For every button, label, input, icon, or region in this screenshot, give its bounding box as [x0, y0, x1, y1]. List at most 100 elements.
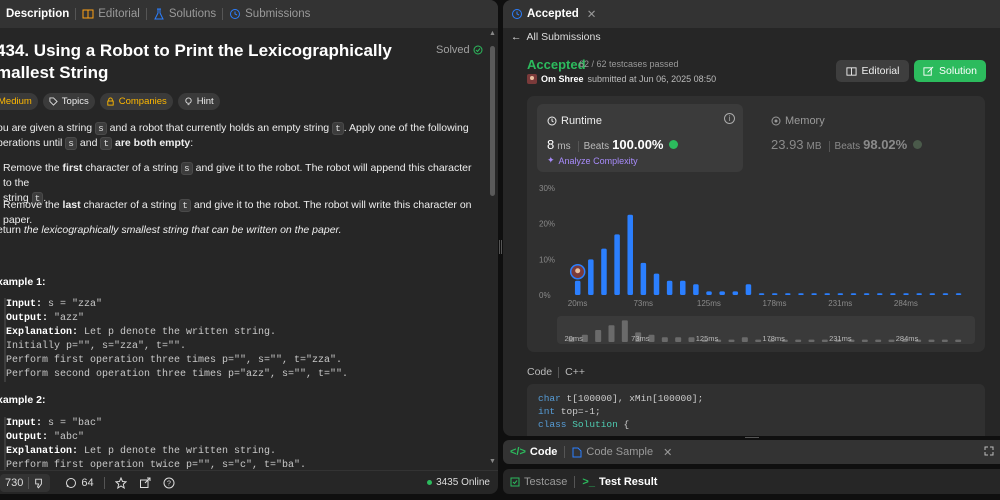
avatar[interactable] [527, 74, 537, 84]
submission-status: Accepted [527, 57, 586, 72]
histogram-bar[interactable] [719, 291, 725, 295]
vertical-scrollbar-thumb[interactable] [490, 46, 495, 196]
histogram-bar[interactable] [890, 293, 896, 295]
histogram-bar[interactable] [680, 280, 686, 295]
x-tick-label: 125ms [697, 299, 721, 308]
vertical-resize-handle[interactable] [499, 240, 502, 254]
intro-text: : [190, 137, 194, 149]
comment-icon[interactable] [64, 477, 78, 489]
histogram-bar[interactable] [916, 293, 922, 295]
memory-header[interactable]: Memory [771, 115, 825, 127]
histogram-bar[interactable] [627, 214, 633, 295]
star-icon[interactable] [114, 476, 127, 489]
y-tick-label: 0% [539, 291, 551, 300]
share-icon[interactable] [139, 477, 151, 489]
editorial-button[interactable]: Editorial [836, 60, 909, 82]
code-brackets-icon: </> [510, 446, 526, 458]
code-keyword: int [538, 406, 556, 417]
runtime-value: 8 [547, 137, 555, 152]
analyze-label: Analyze Complexity [558, 155, 638, 166]
difficulty-chip: Medium [0, 93, 38, 110]
histogram-bar[interactable] [666, 280, 673, 295]
solution-button[interactable]: Solution [914, 60, 986, 82]
intro-text: ou are given a string [0, 122, 96, 134]
intro-bold: are both empty [112, 137, 191, 149]
mini-x-tick-label: 20ms [564, 334, 583, 343]
horizontal-resize-handle[interactable] [745, 437, 759, 439]
explanation-line: Initially p="", s="zza", t="". [6, 341, 187, 352]
tab-submissions[interactable]: Submissions [223, 0, 316, 28]
info-icon[interactable]: i [724, 113, 735, 124]
histogram-bar[interactable] [574, 280, 581, 295]
right-tabbar: Accepted ✕ [503, 0, 1000, 28]
code-viewer[interactable]: char t[100000], xMin[100000]; int top=-1… [527, 384, 985, 436]
histogram-bar[interactable] [601, 248, 607, 295]
scroll-down-arrow[interactable]: ▼ [489, 458, 496, 465]
tab-solutions[interactable]: Solutions [147, 0, 222, 28]
histogram-bar[interactable] [863, 293, 870, 295]
histogram-bar[interactable] [785, 293, 791, 295]
help-icon[interactable]: ? [163, 477, 175, 489]
histogram-bar[interactable] [824, 293, 830, 295]
distribution-range-slider[interactable]: 20ms 73ms 125ms 178ms 231ms 284ms [557, 316, 975, 344]
histogram-bar[interactable] [955, 293, 962, 295]
companies-label: Companies [118, 96, 167, 107]
histogram-bar[interactable] [877, 293, 883, 295]
histogram-bar[interactable] [811, 293, 817, 295]
histogram-bar[interactable] [640, 262, 647, 295]
tab-editorial[interactable]: Editorial [76, 0, 146, 28]
submitted-at: submitted at Jun 06, 2025 08:50 [587, 74, 717, 84]
tab-code-sample[interactable]: Code Sample ✕ [565, 446, 679, 459]
histogram-bar[interactable] [745, 284, 752, 295]
code-tab-label: Code [529, 446, 558, 458]
mini-bar [608, 325, 615, 342]
scroll-up-arrow[interactable]: ▲ [489, 30, 496, 37]
histogram-bar[interactable] [929, 293, 936, 295]
histogram-bar[interactable] [850, 293, 857, 295]
histogram-bar[interactable] [903, 293, 909, 295]
tab-description[interactable]: Description [0, 0, 75, 28]
back-to-submissions[interactable]: ← All Submissions [511, 31, 601, 43]
close-icon[interactable]: ✕ [663, 446, 672, 459]
user-name[interactable]: Om Shree [541, 74, 584, 84]
tab-code[interactable]: </> Code [503, 446, 564, 458]
histogram-bar[interactable] [732, 291, 739, 295]
code-text: { [617, 419, 630, 430]
companies-chip[interactable]: Companies [99, 93, 173, 110]
histogram-bar[interactable] [614, 234, 620, 295]
your-submission-marker[interactable] [569, 263, 586, 280]
histogram-bar[interactable] [653, 273, 660, 295]
analyze-complexity-link[interactable]: ✦ Analyze Complexity [547, 155, 638, 166]
testcase-label: Testcase [524, 475, 568, 488]
tab-accepted[interactable]: Accepted ✕ [503, 0, 602, 28]
intro-text: . Apply one of the following [343, 122, 469, 134]
runtime-beats-value: 100.00% [612, 137, 664, 152]
submission-panel: Accepted ✕ ← All Submissions Accepted 62… [503, 0, 1000, 436]
histogram-bar[interactable] [706, 291, 712, 295]
histogram-bar[interactable] [693, 284, 699, 295]
runtime-distribution-chart[interactable]: 30% 20% 10% 0% 20ms 73ms 125ms 178ms 231ms 284ms [527, 180, 985, 310]
histogram-bar[interactable] [837, 293, 844, 295]
problem-chips: Medium Topics Companies Hint [0, 93, 220, 110]
upvote-count[interactable]: 730 [0, 477, 28, 489]
memory-unit: MB [806, 141, 822, 152]
histogram-bar[interactable] [588, 259, 594, 295]
topics-chip[interactable]: Topics [42, 93, 95, 110]
histogram-bar[interactable] [942, 293, 949, 295]
hint-chip[interactable]: Hint [177, 93, 220, 110]
tab-test-result[interactable]: >_ Test Result [575, 476, 664, 488]
close-icon[interactable]: ✕ [587, 7, 597, 21]
arrow-left-icon: ← [511, 31, 522, 43]
accepted-tab-label: Accepted [527, 8, 579, 20]
tab-testcase[interactable]: Testcase [503, 476, 574, 488]
histogram-bar[interactable] [758, 293, 765, 295]
histogram-bar[interactable] [771, 293, 778, 295]
runtime-card[interactable]: Runtime i 8 ms Beats 100.00% ✦ Analyze C… [537, 104, 743, 172]
thumbs-down-icon[interactable] [28, 476, 50, 489]
code-panel-tabbar: </> Code Code Sample ✕ [503, 440, 1000, 464]
expand-icon[interactable] [984, 446, 994, 456]
comment-count[interactable]: 64 [81, 477, 93, 489]
histogram-bar[interactable] [798, 293, 804, 295]
vote-group: 730 [0, 473, 51, 492]
svg-text:?: ? [167, 480, 171, 487]
